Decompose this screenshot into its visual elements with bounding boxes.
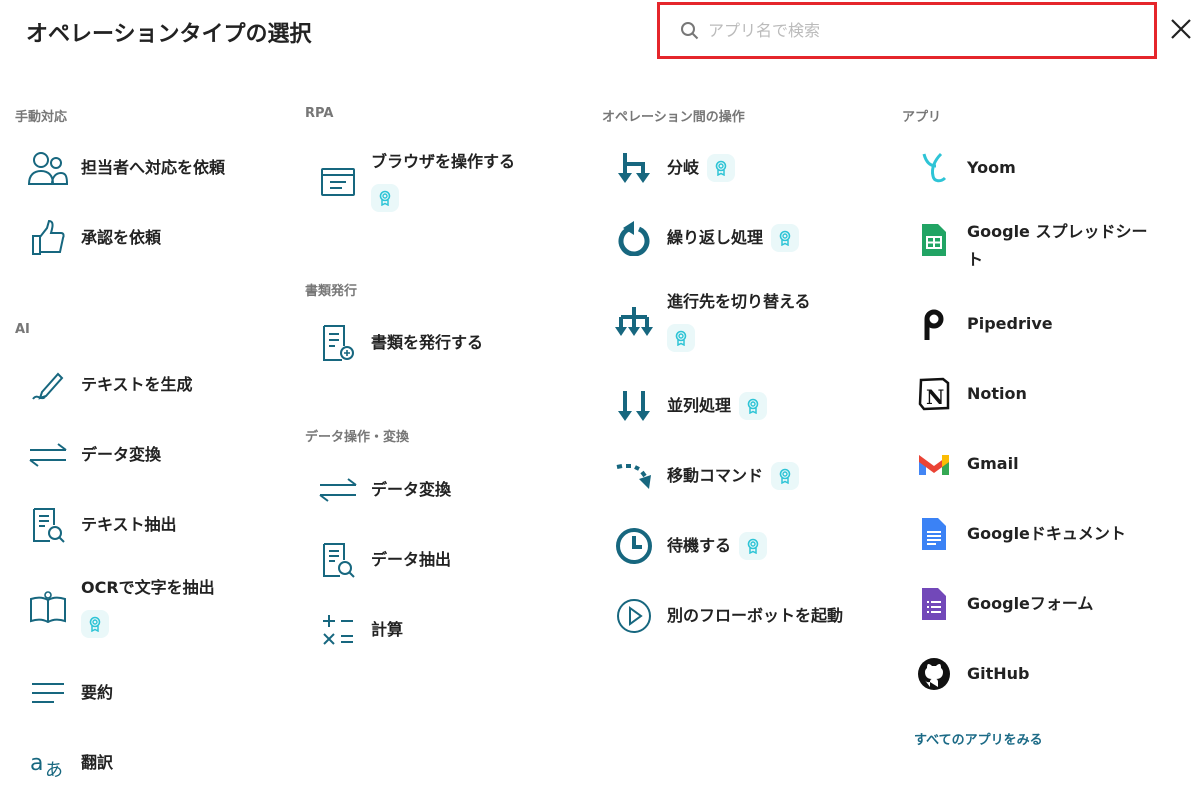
op-browser[interactable]: ブラウザを操作する (316, 148, 586, 212)
github-logo-icon (912, 654, 956, 694)
app-google-forms[interactable]: Googleフォーム (912, 584, 1182, 624)
lines-icon (26, 673, 70, 713)
google-forms-icon (912, 584, 956, 624)
app-notion[interactable]: N Notion (912, 374, 1182, 414)
premium-badge-icon (667, 324, 695, 352)
svg-text:a: a (30, 751, 43, 776)
loop-icon (612, 218, 656, 258)
translate-icon: aあ (26, 743, 70, 783)
search-input[interactable] (708, 21, 1128, 40)
notion-logo-icon: N (912, 374, 956, 414)
op-data-extract[interactable]: データ抽出 (316, 540, 586, 580)
close-icon[interactable] (1168, 16, 1194, 42)
op-start-flowbot[interactable]: 別のフローボットを起動 (612, 596, 882, 636)
premium-badge-icon (371, 184, 399, 212)
search-box[interactable] (657, 2, 1157, 59)
app-google-docs[interactable]: Googleドキュメント (912, 514, 1182, 554)
op-switch-route[interactable]: 進行先を切り替える (612, 288, 882, 352)
yoom-logo-icon (912, 148, 956, 188)
switch-route-icon (612, 302, 656, 342)
op-data-convert[interactable]: データ変換 (316, 470, 586, 510)
op-ai-data-convert[interactable]: データ変換 (26, 435, 296, 475)
section-header-apps: アプリ (902, 110, 942, 125)
app-pipedrive[interactable]: Pipedrive (912, 304, 1182, 344)
users-icon (26, 148, 70, 188)
book-eye-icon (26, 586, 70, 626)
app-google-sheets[interactable]: Google スプレッドシート (912, 218, 1182, 274)
premium-badge-icon (81, 610, 109, 638)
op-wait[interactable]: 待機する (612, 526, 882, 566)
search-icon (680, 21, 700, 41)
premium-badge-icon (739, 532, 768, 560)
branch-icon (612, 148, 656, 188)
svg-text:あ: あ (45, 760, 63, 778)
premium-badge-icon (707, 154, 736, 182)
op-loop[interactable]: 繰り返し処理 (612, 218, 882, 258)
swap-arrows-icon (26, 435, 70, 475)
section-header-manual: 手動対応 (15, 110, 68, 125)
page-title: オペレーションタイプの選択 (26, 22, 312, 47)
document-add-icon (316, 323, 360, 363)
op-generate-text[interactable]: テキストを生成 (26, 365, 296, 405)
see-all-apps-link[interactable]: すべてのアプリをみる (914, 729, 1043, 748)
app-gmail[interactable]: Gmail (912, 444, 1182, 484)
section-header-rpa: RPA (305, 106, 334, 121)
app-yoom[interactable]: Yoom (912, 148, 1182, 188)
play-circle-icon (612, 596, 656, 636)
section-header-ai: AI (15, 322, 30, 337)
op-request-approval[interactable]: 承認を依頼 (26, 218, 296, 258)
premium-badge-icon (771, 462, 800, 490)
document-search-icon (26, 505, 70, 545)
swap-arrows-icon (316, 470, 360, 510)
op-extract-text[interactable]: テキスト抽出 (26, 505, 296, 545)
premium-badge-icon (739, 392, 768, 420)
op-issue-document[interactable]: 書類を発行する (316, 323, 586, 363)
section-header-data: データ操作・変換 (305, 430, 410, 445)
move-arrow-icon (612, 456, 656, 496)
clock-icon (612, 526, 656, 566)
document-search-icon (316, 540, 360, 580)
parallel-icon (612, 386, 656, 426)
svg-text:N: N (926, 385, 944, 409)
op-calculate[interactable]: 計算 (316, 610, 586, 650)
google-docs-icon (912, 514, 956, 554)
op-request-assignee[interactable]: 担当者へ対応を依頼 (26, 148, 296, 188)
premium-badge-icon (771, 224, 800, 252)
op-parallel[interactable]: 並列処理 (612, 386, 882, 426)
op-summarize[interactable]: 要約 (26, 673, 296, 713)
browser-icon (316, 162, 360, 202)
op-ocr[interactable]: OCRで文字を抽出 (26, 574, 296, 638)
op-branch[interactable]: 分岐 (612, 148, 882, 188)
op-translate[interactable]: a あ翻訳 (26, 743, 296, 783)
gmail-logo-icon (912, 444, 956, 484)
section-header-ops: オペレーション間の操作 (602, 110, 745, 125)
google-sheets-icon (912, 220, 956, 260)
op-move-command[interactable]: 移動コマンド (612, 456, 882, 496)
calculator-icon (316, 610, 360, 650)
pen-icon (26, 365, 70, 405)
section-header-docs: 書類発行 (305, 284, 358, 299)
thumbs-up-icon (26, 218, 70, 258)
pipedrive-logo-icon (912, 304, 956, 344)
app-github[interactable]: GitHub (912, 654, 1182, 694)
